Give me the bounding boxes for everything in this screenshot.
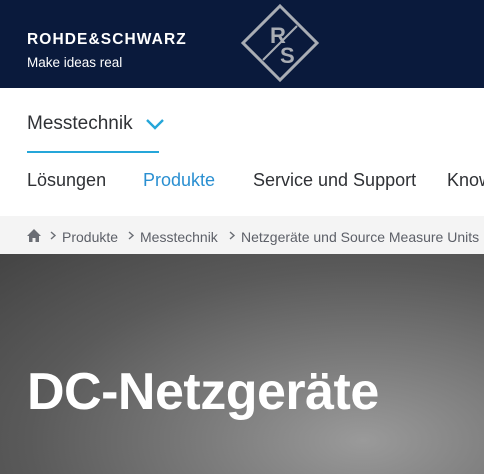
chevron-right-icon [229,231,236,240]
nav-item-service-und-support[interactable]: Service und Support [253,170,416,191]
brand-tagline: Make ideas real [27,55,123,70]
page-title: DC-Netzgeräte [27,363,379,421]
rs-logo-icon[interactable]: R S [240,3,320,83]
breadcrumb-item-netzgeraete[interactable]: Netzgeräte und Source Measure Units [241,229,479,245]
breadcrumb-item-produkte[interactable]: Produkte [62,229,118,245]
svg-text:S: S [280,43,295,68]
breadcrumb-item-messtechnik[interactable]: Messtechnik [140,229,218,245]
category-label: Messtechnik [27,113,133,134]
home-icon[interactable] [27,229,41,242]
primary-nav: Lösungen Produkte Service und Support Kn… [0,170,484,194]
category-dropdown[interactable]: Messtechnik [27,109,165,139]
chevron-right-icon [128,231,135,240]
category-underline [27,151,159,153]
site-header: ROHDE&SCHWARZ Make ideas real R S [0,0,484,88]
chevron-down-icon [145,119,164,130]
brand-name[interactable]: ROHDE&SCHWARZ [27,31,187,49]
chevron-right-icon [50,231,57,240]
nav-item-know[interactable]: Know [447,170,484,191]
nav-item-produkte[interactable]: Produkte [143,170,215,191]
nav-item-loesungen[interactable]: Lösungen [27,170,106,191]
